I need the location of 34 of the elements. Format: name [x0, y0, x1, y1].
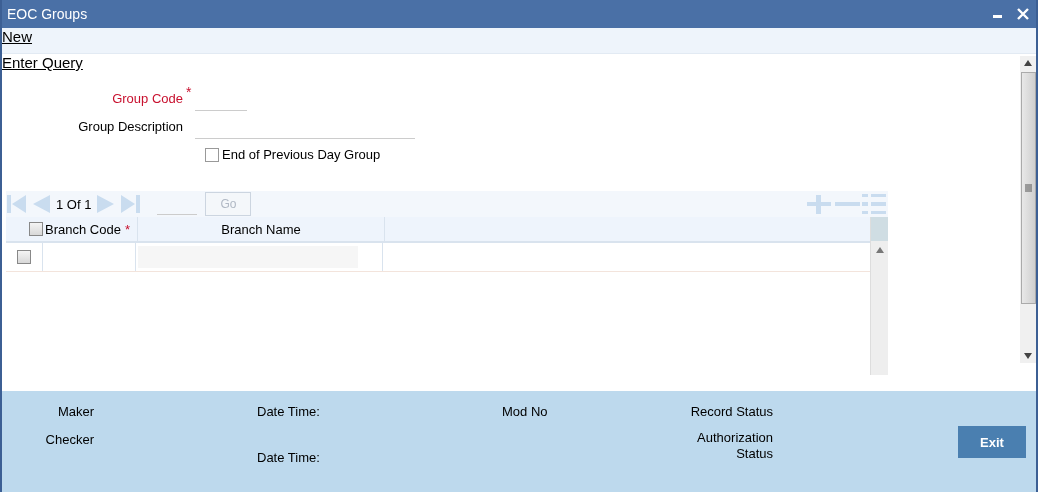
column-header[interactable]: Branch Name: [221, 221, 301, 237]
scrollbar[interactable]: [1020, 56, 1036, 363]
grid-scrollbar[interactable]: [870, 217, 888, 375]
record-status-label: Record Status: [690, 404, 773, 419]
first-page-icon[interactable]: [6, 193, 28, 215]
mod-no-label: Mod No: [502, 404, 549, 419]
new-link[interactable]: New: [2, 28, 32, 45]
checkbox-label: End of Previous Day Group: [222, 147, 381, 162]
scroll-up-icon[interactable]: [1024, 60, 1032, 66]
add-icon[interactable]: [806, 193, 832, 215]
authorization-status-label: Authorization Status: [696, 430, 773, 462]
required-mark: *: [186, 84, 192, 100]
column-header[interactable]: Branch Code: [45, 221, 121, 237]
list-icon[interactable]: [862, 193, 888, 215]
scroll-up-icon[interactable]: [875, 247, 884, 253]
close-icon[interactable]: [1016, 7, 1030, 21]
page-indicator: 1 Of 1: [56, 196, 92, 212]
field-label: Group Code: [111, 91, 183, 108]
row-checkbox[interactable]: [17, 250, 31, 264]
checker-label: Checker: [45, 432, 94, 447]
last-page-icon[interactable]: [119, 193, 142, 215]
exit-button[interactable]: Exit: [958, 426, 1026, 458]
checkbox[interactable]: [205, 147, 219, 162]
scroll-down-icon[interactable]: [1024, 353, 1032, 359]
enter-query-link[interactable]: Enter Query: [2, 54, 83, 71]
scroll-thumb[interactable]: [1020, 72, 1036, 304]
required-mark: *: [124, 221, 130, 237]
date-time-label: Date Time:: [257, 450, 321, 465]
select-all-checkbox[interactable]: [29, 222, 43, 236]
maker-label: Maker: [57, 404, 94, 419]
grip-icon: [1024, 184, 1032, 192]
window-title: EOC Groups: [7, 6, 88, 22]
field-label: Group Description: [77, 119, 183, 136]
date-time-label: Date Time:: [257, 404, 321, 419]
